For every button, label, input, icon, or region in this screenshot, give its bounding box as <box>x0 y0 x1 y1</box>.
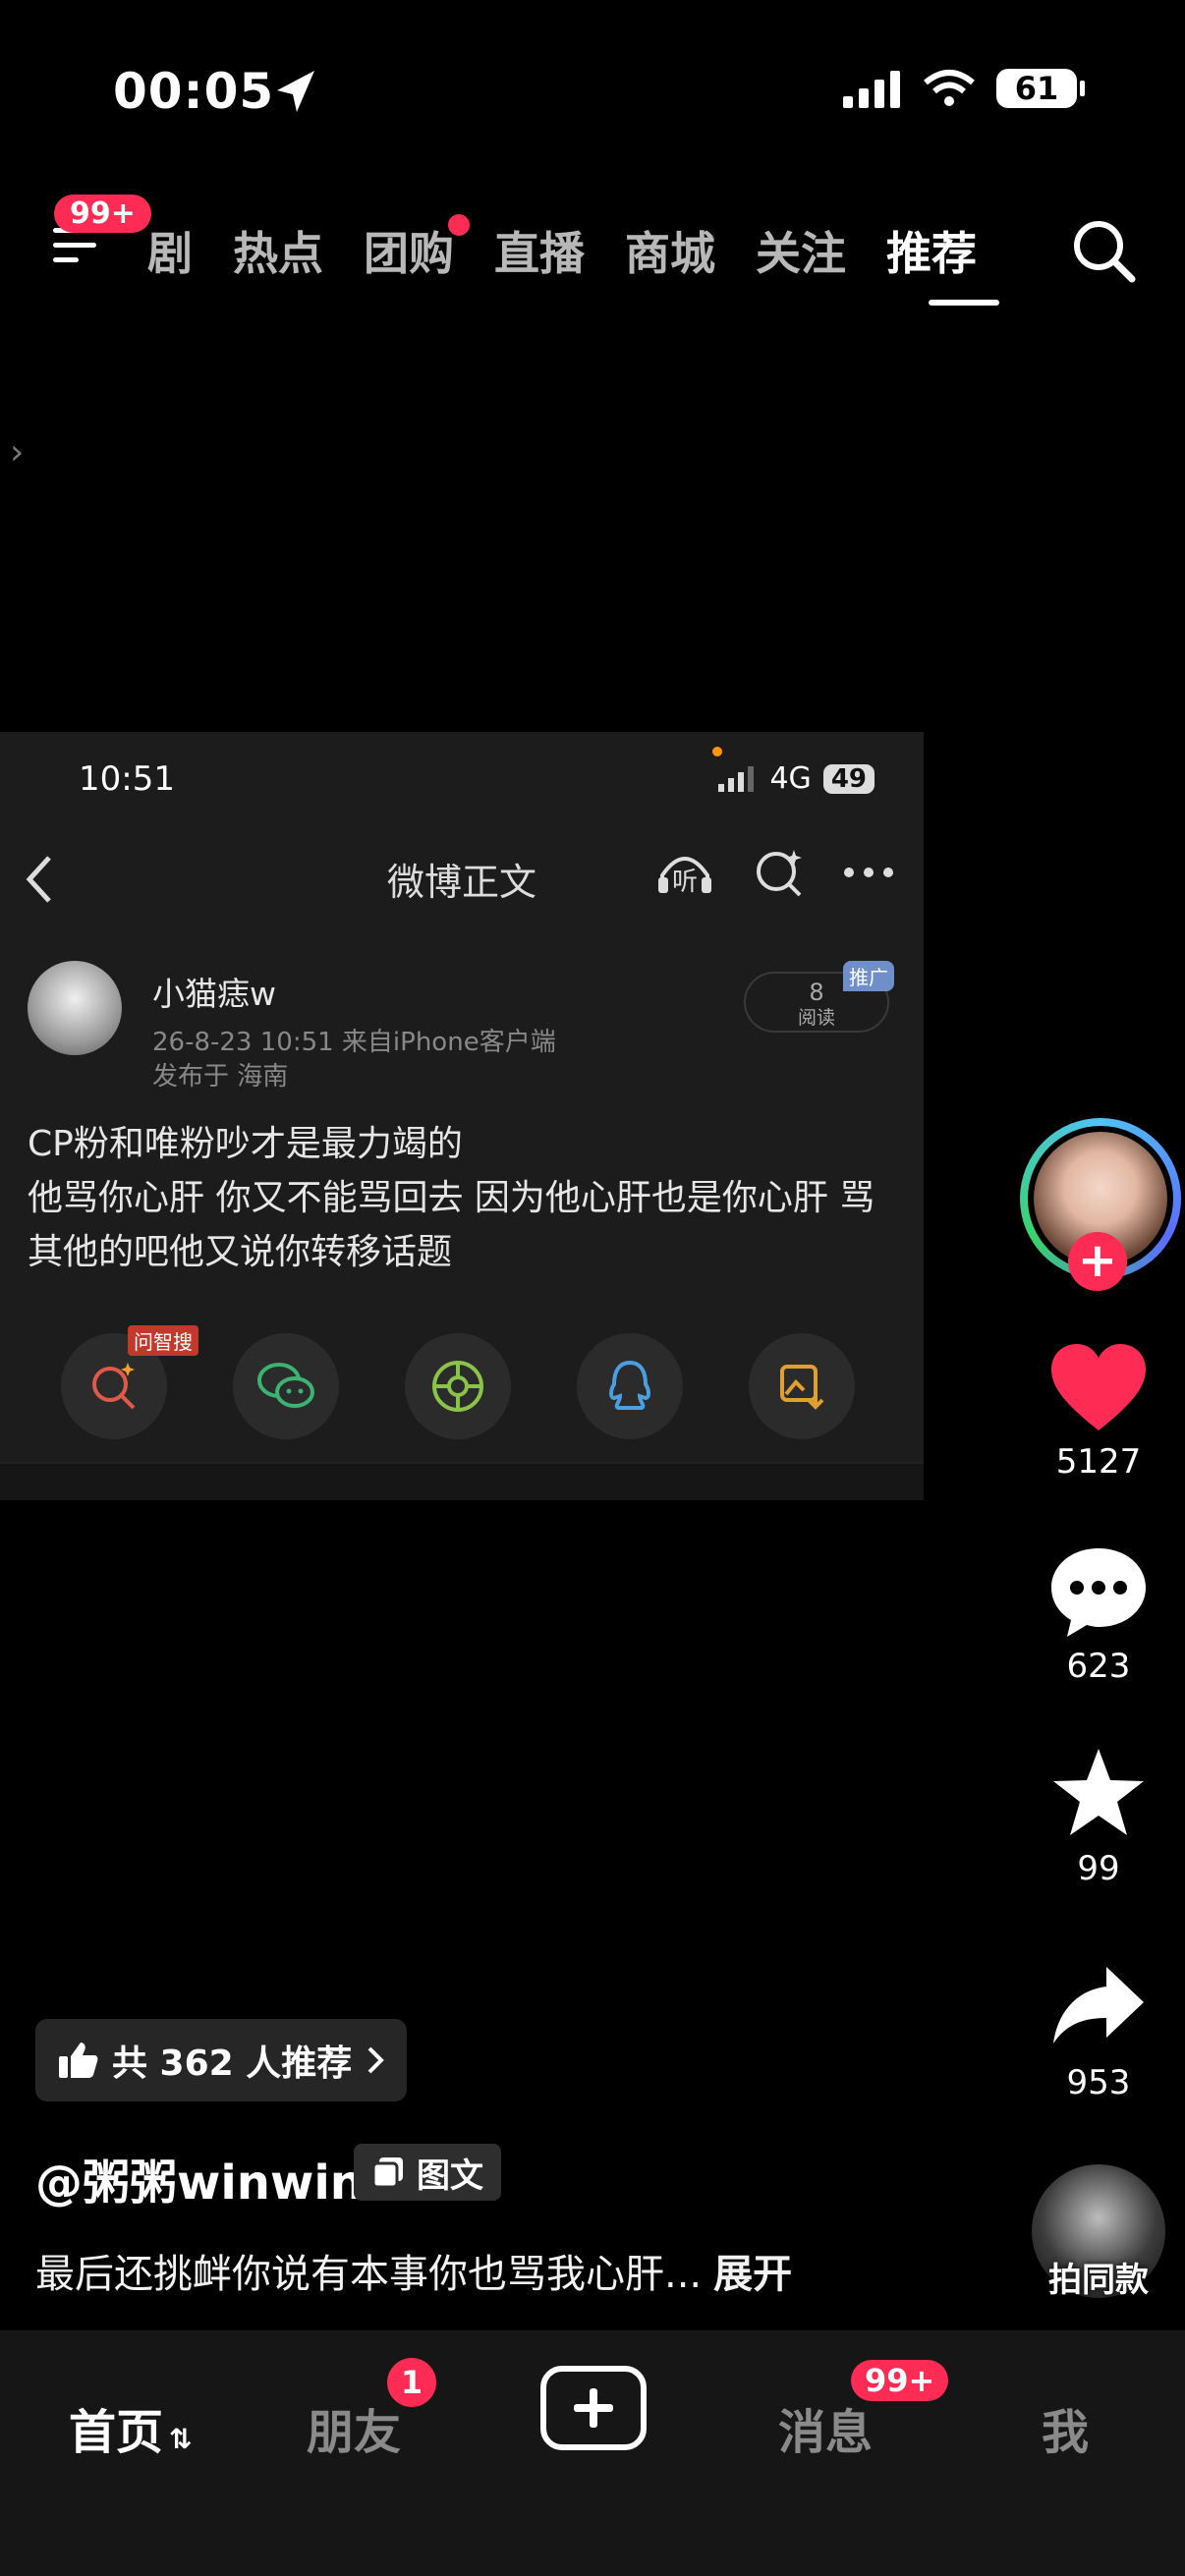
menu-badge: 99+ <box>54 195 151 233</box>
embedded-location: 发布于 海南 <box>152 1062 289 1092</box>
comment-count: 623 <box>1066 1647 1131 1686</box>
save-image-icon <box>780 1365 824 1410</box>
embedded-network: 4G <box>769 761 812 796</box>
embedded-bottom-strip <box>0 1462 924 1500</box>
tab-me[interactable]: 我 <box>1042 2393 1089 2462</box>
tab-live[interactable]: 直播 <box>494 218 585 283</box>
location-arrow-icon <box>277 71 314 112</box>
embedded-status-time: 10:51 <box>79 759 175 799</box>
status-right: 61 <box>843 69 1085 108</box>
share-count: 953 <box>1066 2063 1131 2102</box>
wifi-icon <box>924 70 975 106</box>
tab-home-label: 首页 <box>69 2405 164 2460</box>
read-label: 阅读 <box>797 1007 835 1029</box>
embedded-status-right: 4G 49 <box>718 761 875 796</box>
image-text-tag: 图文 <box>354 2144 501 2201</box>
qq-icon <box>609 1360 650 1410</box>
moments-icon <box>432 1361 483 1412</box>
favorite-button[interactable]: 99 <box>1000 1747 1185 1888</box>
comment-button[interactable]: 623 <box>1000 1546 1185 1686</box>
swap-icon: ⇅ <box>169 2423 193 2455</box>
tab-hot[interactable]: 热点 <box>233 218 323 283</box>
embedded-user-avatar <box>28 961 122 1055</box>
side-panel-chevron-icon[interactable]: › <box>10 432 24 473</box>
embedded-header-icons: 听 <box>654 848 894 897</box>
embedded-username: 小猫痣w <box>152 975 276 1013</box>
tab-recommend[interactable]: 推荐 <box>886 218 977 283</box>
tab-group-buy[interactable]: 团购 <box>364 214 470 283</box>
post-caption[interactable]: 最后还挑衅你说有本事你也骂我心肝... 展开 <box>35 2242 792 2299</box>
qq-share <box>577 1333 683 1439</box>
tab-following[interactable]: 关注 <box>756 218 846 283</box>
embedded-body-line-1: CP粉和唯粉吵才是最力竭的 <box>28 1124 463 1164</box>
recommend-label: 共 362 人推荐 <box>112 2044 353 2084</box>
star-icon <box>1053 1749 1144 1835</box>
save-image-share <box>749 1333 855 1439</box>
tab-mall[interactable]: 商城 <box>625 218 715 283</box>
embedded-post-body: CP粉和唯粉吵才是最力竭的 他骂你心肝 你又不能骂回去 因为他心肝也是你心肝 骂… <box>28 1117 892 1279</box>
image-text-icon <box>371 2157 403 2189</box>
share-button[interactable]: 953 <box>1000 1965 1185 2102</box>
tab-messages[interactable]: 消息 <box>778 2393 873 2462</box>
listen-icon: 听 <box>654 848 715 897</box>
ask-search-icon <box>92 1363 136 1410</box>
promo-tag: 推广 <box>843 961 894 991</box>
follow-button[interactable]: + <box>1068 1232 1127 1291</box>
like-button[interactable]: 5127 <box>1000 1342 1185 1482</box>
expand-link[interactable]: 展开 <box>713 2252 792 2297</box>
status-time: 00:05 <box>113 63 275 120</box>
thumbs-up-icon <box>59 2043 98 2078</box>
listen-label: 听 <box>672 868 699 897</box>
recommend-pill[interactable]: 共 362 人推荐 <box>35 2019 408 2101</box>
tab-drama[interactable]: 剧 <box>147 218 193 283</box>
ask-search-share: 问智搜 <box>61 1325 198 1439</box>
active-tab-underline <box>929 300 999 306</box>
heart-icon <box>1051 1344 1146 1430</box>
image-text-label: 图文 <box>417 2156 483 2196</box>
same-style-label[interactable]: 拍同款 <box>1010 2253 1185 2301</box>
plus-icon <box>574 2388 613 2428</box>
share-arrow-icon <box>1053 1967 1144 2044</box>
embedded-signal-icon <box>718 765 755 792</box>
top-tabs: 剧 热点 团购 直播 商城 关注 推荐 <box>147 214 1017 283</box>
tab-friends[interactable]: 朋友 <box>307 2393 401 2462</box>
comment-icon <box>1051 1548 1146 1637</box>
embedded-battery: 49 <box>822 763 875 794</box>
tab-home[interactable]: 首页 ⇅ <box>69 2393 192 2462</box>
author-name[interactable]: @粥粥winwin <box>35 2144 364 2212</box>
battery-indicator: 61 <box>996 69 1085 108</box>
mic-indicator-dot <box>712 747 722 756</box>
like-count: 5127 <box>1055 1442 1142 1482</box>
favorite-count: 99 <box>1077 1849 1120 1888</box>
notification-dot <box>448 214 470 236</box>
embedded-timestamp: 26-8-23 10:51 来自iPhone客户端 <box>152 1028 556 1057</box>
embedded-body-line-2: 他骂你心肝 你又不能骂回去 因为他心肝也是你心肝 骂其他的吧他又说你转移话题 <box>28 1178 875 1272</box>
wechat-share <box>233 1333 339 1439</box>
wechat-icon <box>257 1363 314 1408</box>
more-icon <box>844 868 893 877</box>
embedded-share-row: 问智搜 <box>61 1325 855 1439</box>
friends-badge: 1 <box>387 2358 436 2407</box>
ask-badge: 问智搜 <box>128 1325 198 1356</box>
messages-badge: 99+ <box>851 2360 949 2401</box>
smart-search-icon <box>757 850 802 897</box>
search-icon[interactable] <box>1069 216 1138 285</box>
create-button[interactable] <box>540 2366 647 2450</box>
cellular-signal-icon <box>843 71 900 108</box>
post-image[interactable]: 10:51 4G 49 微博正文 听 小猫痣w 26-8-23 10:51 来自… <box>0 732 924 1500</box>
menu-icon[interactable] <box>53 228 96 263</box>
bottom-tab-bar: 首页 ⇅ 朋友 1 消息 99+ 我 <box>0 2330 1185 2576</box>
caption-text: 最后还挑衅你说有本事你也骂我心肝... <box>35 2252 703 2297</box>
moments-share <box>405 1333 511 1439</box>
chevron-right-icon <box>367 2046 385 2074</box>
